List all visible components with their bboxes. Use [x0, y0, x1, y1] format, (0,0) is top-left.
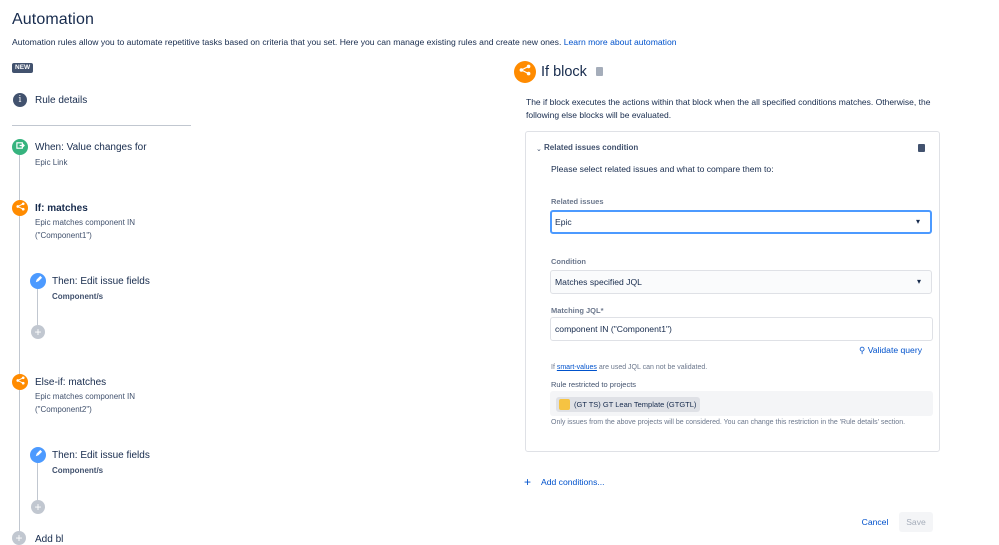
if-block-icon — [514, 61, 536, 83]
pencil-icon — [30, 273, 46, 289]
save-button[interactable]: Save — [899, 512, 933, 532]
branch-icon-2 — [12, 374, 28, 390]
add-action-icon-2[interactable]: + — [31, 500, 45, 514]
sv-suffix: are used JQL can not be validated. — [598, 364, 708, 371]
chevron-down-icon: ▾ — [916, 277, 921, 286]
project-avatar-icon — [559, 399, 570, 410]
new-badge: NEW — [12, 63, 34, 73]
pencil-icon-2 — [30, 447, 46, 463]
jql-input[interactable]: component IN ("Component1") — [550, 317, 933, 341]
elseif-step[interactable]: Else-if: matches — [35, 377, 106, 388]
add-conditions-link[interactable]: Add conditions... — [541, 477, 605, 487]
related-issues-select[interactable]: Epic ▾ — [550, 210, 932, 234]
validate-query-link[interactable]: ⚲ Validate query — [859, 345, 922, 356]
condition-card-header[interactable]: Related issues condition — [544, 143, 638, 152]
then-step-2[interactable]: Then: Edit issue fields — [52, 450, 150, 461]
smart-values-note: If smart-values are used JQL can not be … — [551, 364, 707, 371]
smart-values-link[interactable]: smart-values — [557, 364, 597, 371]
projects-note: Only issues from the above projects will… — [551, 419, 906, 426]
validate-query-label: Validate query — [867, 345, 922, 355]
trigger-step[interactable]: When: Value changes for — [35, 142, 147, 153]
page-description-text: Automation rules allow you to automate r… — [12, 37, 562, 47]
elseif-step-sub-1: Epic matches component IN — [35, 392, 136, 401]
if-step[interactable]: If: matches — [35, 203, 88, 214]
page-title: Automation — [12, 11, 94, 28]
trigger-step-sub: Epic Link — [35, 158, 68, 167]
jql-label: Matching JQL* — [551, 306, 604, 315]
page-description: Automation rules allow you to automate r… — [12, 37, 677, 47]
panel-title: If block — [541, 64, 587, 80]
condition-select[interactable]: Matches specified JQL ▾ — [550, 270, 932, 294]
plus-icon[interactable]: + — [524, 475, 531, 489]
add-action-icon-1[interactable]: + — [31, 325, 45, 339]
condition-label: Condition — [551, 257, 586, 266]
collapse-chevron-icon[interactable]: ⌄ — [536, 145, 542, 153]
info-icon[interactable]: i — [13, 93, 27, 107]
condition-prompt: Please select related issues and what to… — [551, 164, 774, 174]
then-step-1-sub: Component/s — [52, 292, 104, 301]
trigger-icon — [12, 139, 28, 155]
rule-details-item[interactable]: Rule details — [35, 95, 87, 106]
branch-icon — [12, 200, 28, 216]
if-step-sub-1: Epic matches component IN — [35, 218, 136, 227]
restricted-label: Rule restricted to projects — [551, 380, 637, 389]
search-icon: ⚲ — [859, 345, 866, 355]
learn-more-link[interactable]: Learn more about automation — [564, 37, 677, 47]
related-issues-value: Epic — [555, 217, 572, 227]
chevron-down-icon: ▾ — [915, 217, 920, 226]
delete-block-icon[interactable] — [596, 67, 603, 76]
then-step-1[interactable]: Then: Edit issue fields — [52, 276, 150, 287]
project-chip: (GT TS) GT Lean Template (GTGTL) — [556, 397, 701, 412]
then-step-2-sub: Component/s — [52, 466, 104, 475]
sidebar-divider — [12, 125, 191, 126]
add-block-icon[interactable]: + — [12, 531, 26, 545]
if-step-sub-2: ("Component1") — [35, 231, 92, 240]
related-issues-label: Related issues — [551, 197, 604, 206]
add-block-item[interactable]: Add bl — [35, 534, 63, 545]
delete-condition-icon[interactable] — [918, 144, 925, 152]
sv-prefix: If — [551, 364, 555, 371]
cancel-button[interactable]: Cancel — [855, 512, 895, 532]
elseif-step-sub-2: ("Component2") — [35, 405, 92, 414]
panel-description: The if block executes the actions within… — [526, 97, 931, 120]
condition-value: Matches specified JQL — [555, 277, 642, 287]
